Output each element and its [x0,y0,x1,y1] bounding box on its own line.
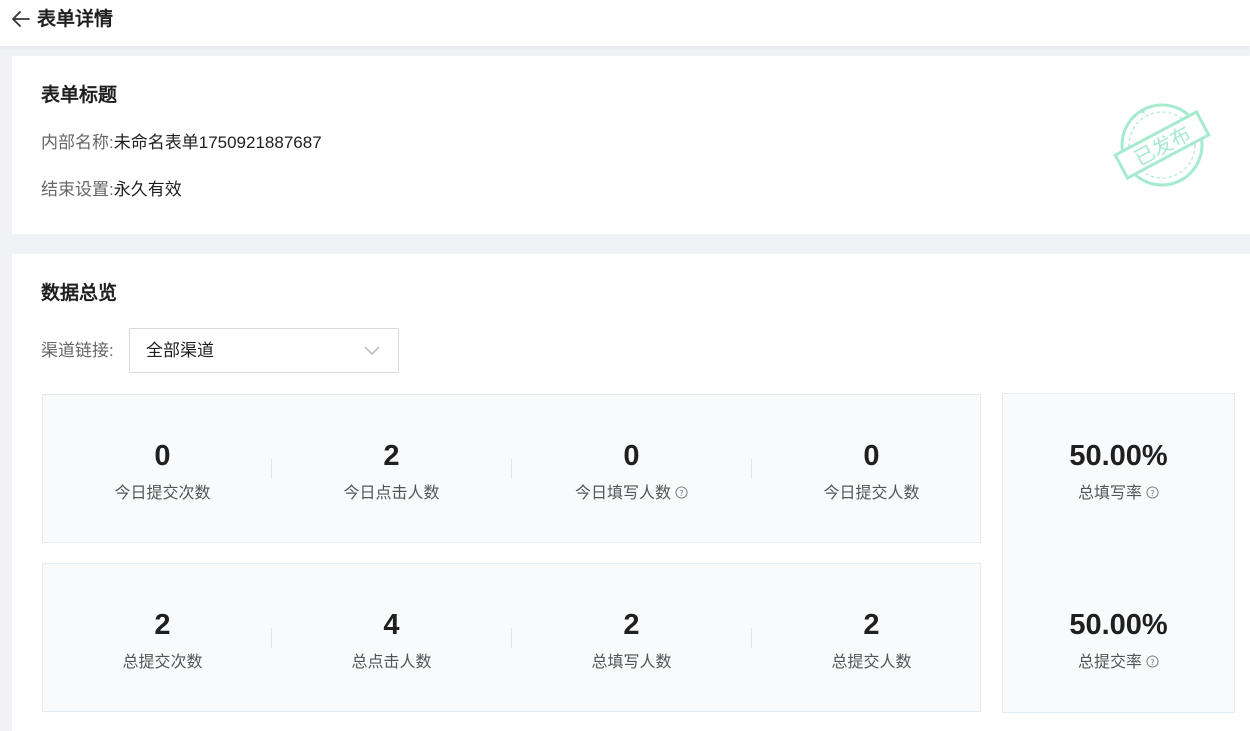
page-title: 表单详情 [37,9,114,30]
stat-label-wrap: 总填写率? [1003,483,1234,505]
stat-label: 总填写人数 [591,654,672,671]
stat-value: 0 [154,440,171,472]
svg-text:?: ? [679,488,683,498]
stat-value: 2 [863,609,880,641]
form-info-card: 表单标题 内部名称:未命名表单1750921887687 结束设置:永久有效 ★… [12,56,1250,234]
stat-label: 今日点击人数 [343,485,440,502]
stat-today-submit-count: 0 今日提交次数 [43,395,282,542]
stat-label: 总提交率 [1077,654,1142,671]
stat-label: 今日提交人数 [823,485,920,502]
stat-label-wrap: 总提交率? [1003,652,1234,674]
question-circle-icon[interactable]: ? [1146,486,1159,499]
overview-title: 数据总览 [41,283,118,304]
internal-name-value: 未命名表单1750921887687 [113,133,322,152]
published-stamp: ★ ★ 已发布 [1113,103,1211,187]
stat-label: 总点击人数 [351,654,432,671]
stat-label: 总提交人数 [831,654,912,671]
stat-label-wrap: 今日填写人数? [512,483,751,505]
stat-total-click-users: 4 总点击人数 [272,564,511,711]
channel-select-value: 全部渠道 [146,341,214,360]
stat-today-submit-users: 0 今日提交人数 [752,395,991,542]
svg-text:?: ? [1150,657,1154,667]
end-setting-row: 结束设置:永久有效 [41,179,182,201]
chevron-down-icon [364,346,380,355]
stat-value: 2 [383,440,400,472]
question-circle-icon[interactable]: ? [1146,655,1159,668]
stat-value: 0 [623,440,640,472]
stat-today-fill-users: 0 今日填写人数? [512,395,751,542]
stat-value: 50.00% [1069,440,1168,472]
stat-value: 2 [623,609,640,641]
top-bar: 表单详情 [0,0,1250,46]
svg-text:?: ? [1150,488,1154,498]
svg-text:★: ★ [1178,176,1184,184]
stat-value: 50.00% [1069,609,1168,641]
stat-label: 总提交次数 [122,654,203,671]
channel-select[interactable]: 全部渠道 [129,328,399,373]
stat-label: 今日提交次数 [114,485,211,502]
stat-value: 2 [154,609,171,641]
data-overview-card: 数据总览 渠道链接: 全部渠道 0 今日提交次数 2 今日点击人数 0 今日填写… [12,254,1250,731]
stat-total-fill-users: 2 总填写人数 [512,564,751,711]
rate-stats: 50.00% 总填写率? 50.00% 总提交率? [1002,393,1235,713]
svg-text:★: ★ [1140,108,1146,116]
form-title: 表单标题 [41,85,118,106]
total-stats: 2 总提交次数 4 总点击人数 2 总填写人数 2 总提交人数 [42,563,981,712]
today-stats: 0 今日提交次数 2 今日点击人数 0 今日填写人数? 0 今日提交人数 [42,394,981,543]
stat-value: 0 [863,440,880,472]
end-setting-label: 结束设置: [41,180,114,199]
internal-name-row: 内部名称:未命名表单1750921887687 [41,132,322,154]
stat-today-click-users: 2 今日点击人数 [272,395,511,542]
stat-label: 总填写率 [1077,485,1142,502]
question-circle-icon[interactable]: ? [675,486,688,499]
channel-label: 渠道链接: [41,341,114,360]
internal-name-label: 内部名称: [41,133,114,152]
stat-total-submit-count: 2 总提交次数 [43,564,282,711]
stat-value: 4 [383,609,400,641]
stat-total-submit-users: 2 总提交人数 [752,564,991,711]
stat-label: 今日填写人数 [574,485,671,502]
end-setting-value: 永久有效 [113,180,182,199]
arrow-left-icon[interactable] [10,9,32,29]
